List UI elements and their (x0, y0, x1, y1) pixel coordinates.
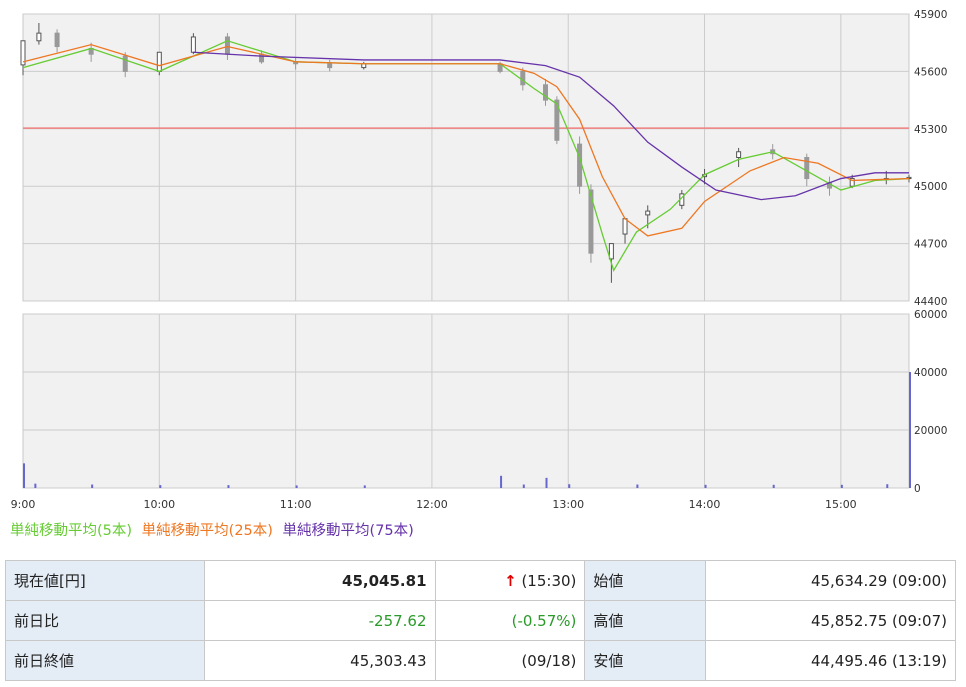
price-tick-label: 45000 (914, 181, 947, 193)
candle-body (622, 218, 628, 235)
price-tick-label: 44400 (914, 296, 947, 308)
high-value: 45,852.75 (09:07) (705, 600, 956, 641)
x-tick-label: 14:00 (689, 498, 721, 511)
candle-body (224, 36, 230, 55)
change-label: 前日比 (5, 600, 205, 641)
volume-bar (636, 484, 639, 488)
volume-tick-label: 20000 (914, 425, 947, 437)
volume-bar (886, 484, 889, 488)
low-label: 安値 (584, 640, 707, 681)
price-tick-label: 45600 (914, 66, 947, 78)
x-tick-label: 9:00 (11, 498, 36, 511)
price-volume-chart: 9:00 10:00 11:00 12:00 13:00 14:00 15:00 45900 4… (11, 9, 948, 511)
legend-ma25: 単純移動平均(25本) (141, 523, 273, 539)
volume-bar (23, 463, 25, 488)
prev-close-date: (09/18) (434, 640, 586, 681)
table-row: 前日終値 45,303.43 (09/18) 安値 44,495.46 (13:… (5, 640, 956, 681)
price-tick-label: 44700 (914, 239, 947, 251)
volume-bar (34, 483, 37, 488)
candle-body (54, 32, 60, 48)
volume-tick-label: 40000 (914, 367, 947, 379)
candle-body (577, 143, 583, 187)
volume-bar (295, 485, 298, 488)
price-tick-label: 45900 (914, 9, 947, 21)
open-value: 45,634.29 (09:00) (705, 560, 956, 601)
volume-bar (91, 484, 94, 488)
current-value-label: 現在値[円] (5, 560, 205, 601)
volume-bar (545, 477, 548, 488)
table-row: 前日比 -257.62 (-0.57%) 高値 45,852.75 (09:07… (5, 600, 956, 641)
chart-legend: 単純移動平均(5本) 単純移動平均(25本) 単純移動平均(75本) (10, 519, 419, 540)
up-arrow-icon: ↑ (504, 571, 517, 590)
volume-bar (500, 475, 503, 488)
volume-bar (227, 485, 230, 488)
prev-close-label: 前日終値 (5, 640, 205, 681)
candle-body (190, 36, 196, 53)
current-time-cell: ↑ (15:30) (434, 560, 586, 601)
x-tick-label: 10:00 (143, 498, 175, 511)
volume-tick-label: 60000 (914, 309, 947, 321)
price-plot-area (22, 13, 910, 302)
price-tick-label: 45300 (914, 124, 947, 136)
candle-body (645, 210, 651, 216)
volume-bar (522, 484, 525, 488)
open-label: 始値 (584, 560, 707, 601)
change-percent: (-0.57%) (434, 600, 586, 641)
x-tick-label: 13:00 (552, 498, 584, 511)
candle-body (156, 51, 162, 72)
volume-tick-label: 0 (914, 483, 921, 495)
candle-body (736, 151, 742, 158)
candle-body (520, 70, 526, 86)
volume-bar (772, 484, 775, 488)
low-value: 44,495.46 (13:19) (705, 640, 956, 681)
volume-bar (909, 372, 911, 488)
quote-table: 現在値[円] 45,045.81 ↑ (15:30) 始値 45,634.29 … (5, 560, 956, 681)
candle-body (122, 55, 128, 72)
high-label: 高値 (584, 600, 707, 641)
volume-bar (704, 484, 707, 488)
volume-bar (568, 484, 571, 488)
volume-bar (363, 485, 366, 488)
legend-ma5: 単純移動平均(5本) (10, 523, 133, 539)
candle-body (259, 53, 265, 63)
current-value: 45,045.81 (203, 560, 436, 601)
current-time: (15:30) (521, 571, 577, 590)
legend-ma75: 単純移動平均(75本) (282, 523, 414, 539)
x-tick-label: 12:00 (416, 498, 448, 511)
x-tick-label: 15:00 (825, 498, 857, 511)
volume-bar (159, 485, 162, 488)
change-value: -257.62 (203, 600, 436, 641)
prev-close-value: 45,303.43 (203, 640, 436, 681)
candle-body (327, 63, 333, 69)
x-tick-label: 11:00 (280, 498, 312, 511)
volume-bar (840, 484, 843, 488)
table-row: 現在値[円] 45,045.81 ↑ (15:30) 始値 45,634.29 … (5, 560, 956, 601)
candle-body (36, 32, 42, 42)
volume-plot-area (22, 313, 910, 489)
